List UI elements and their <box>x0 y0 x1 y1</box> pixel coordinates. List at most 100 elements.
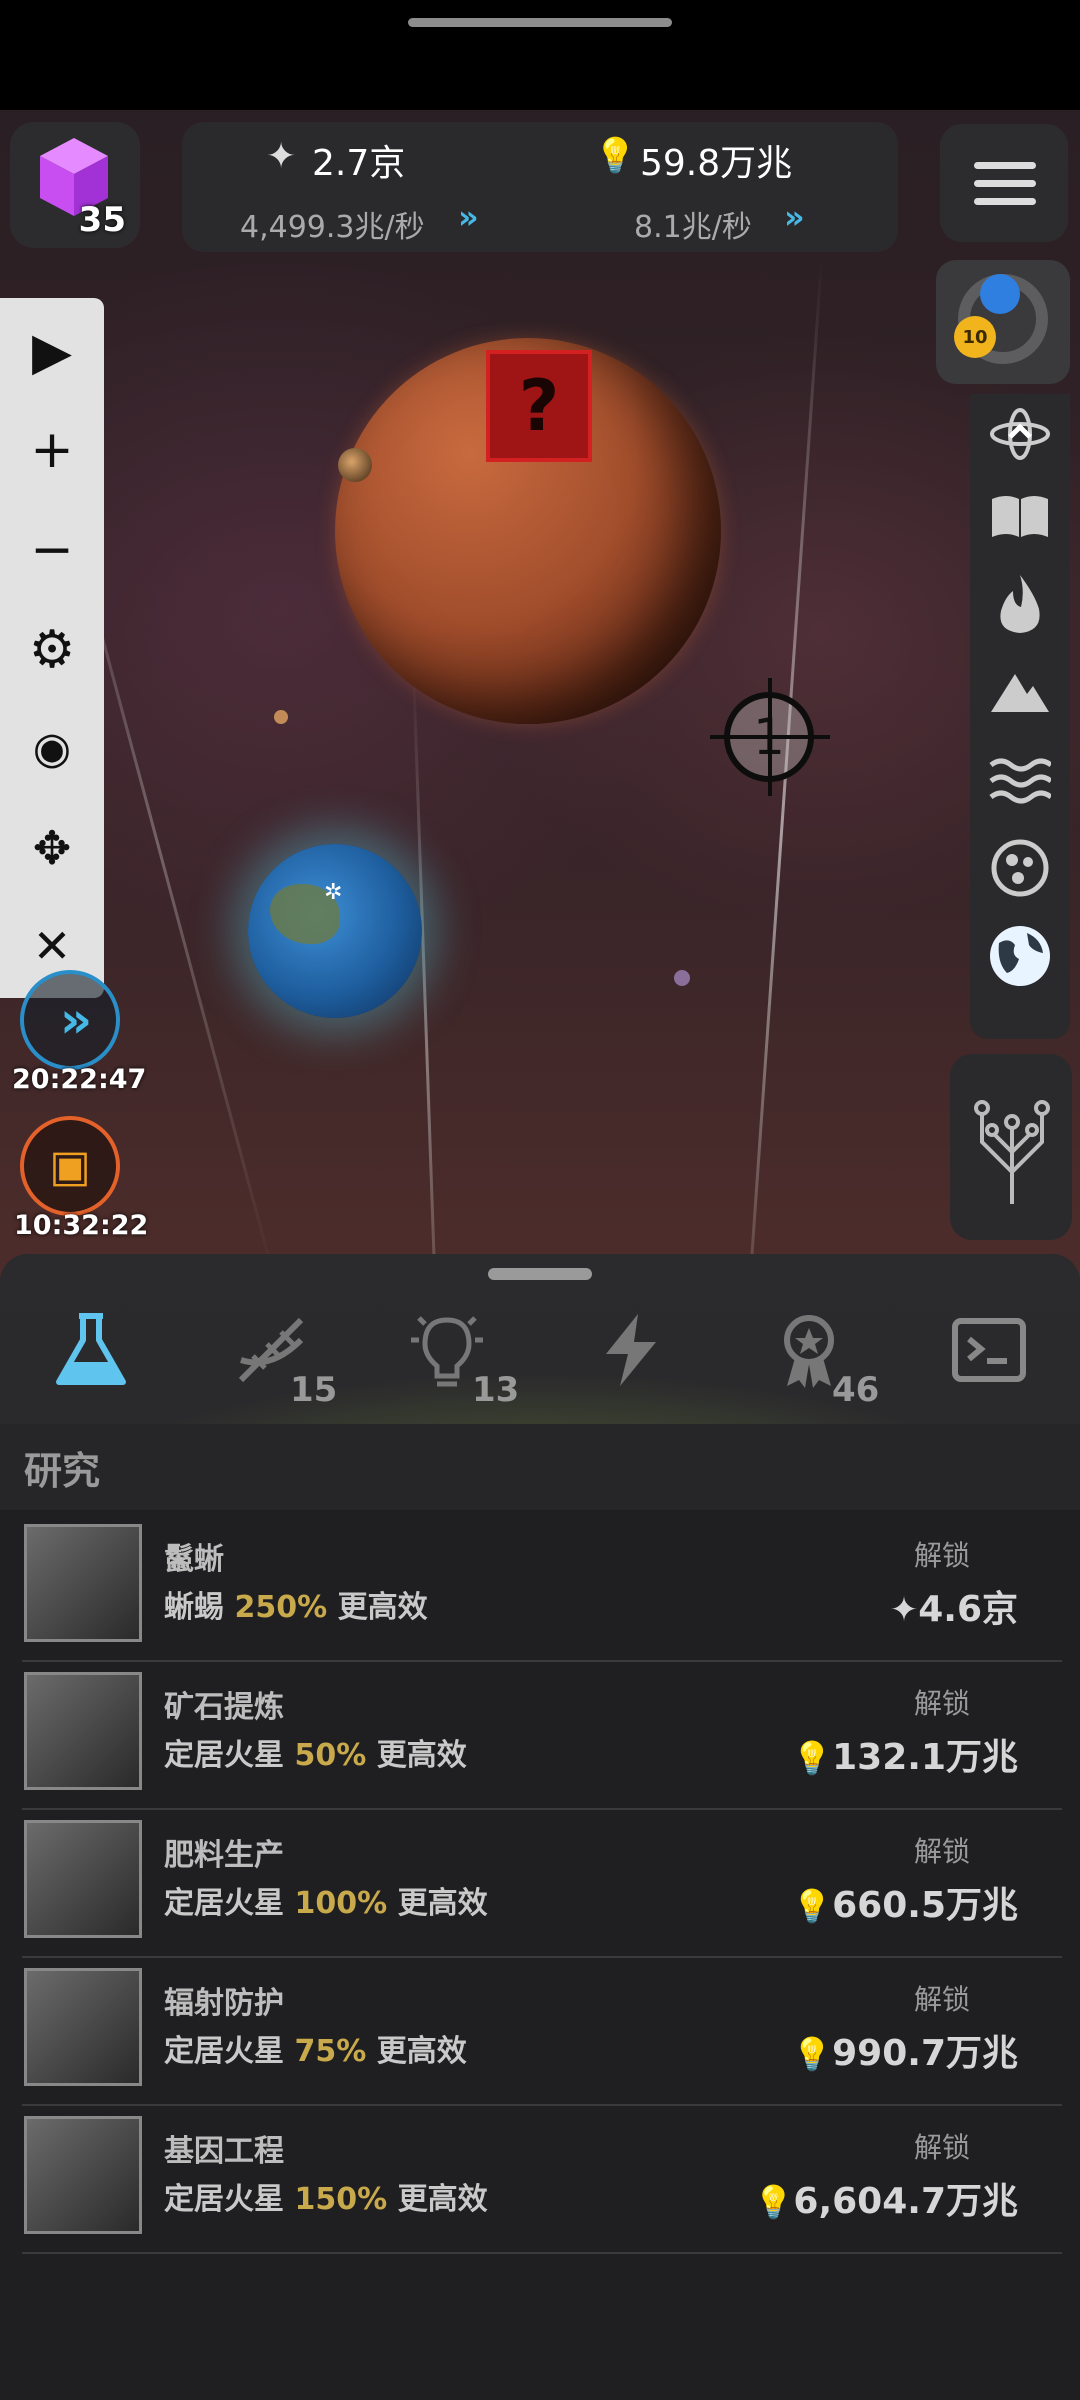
iguana-image <box>24 1524 142 1642</box>
research-cost[interactable]: 💡990.7万兆 <box>792 2024 1018 2076</box>
lightbulb-icon: 💡 <box>753 2183 794 2221</box>
tab-genetics-count: 15 <box>290 1370 338 1410</box>
research-percent: 150% <box>294 2182 388 2217</box>
fire-icon[interactable] <box>970 564 1070 644</box>
boost-chevron-icon[interactable]: » <box>458 198 479 236</box>
lightbulb-icon: 💡 <box>792 1887 833 1925</box>
dark-matter-icon: ✦ <box>266 136 297 177</box>
eye-off-icon[interactable]: ◉ <box>0 708 104 788</box>
research-row[interactable]: 矿石提炼 定居火星 50% 更高效 解锁 💡132.1万兆 <box>22 1660 1062 1810</box>
progress-dot <box>980 274 1020 314</box>
research-name: 矿石提炼 <box>164 1690 284 1725</box>
unlock-label[interactable]: 解锁 <box>914 1830 970 1870</box>
research-suffix: 更高效 <box>337 1590 428 1625</box>
tab-ideas[interactable]: 13 <box>392 1300 519 1410</box>
research-cost-value: 4.6京 <box>918 1589 1018 1630</box>
research-effect: 定居火星 150% 更高效 <box>164 2174 488 2218</box>
satellite-icon: ✲ <box>324 880 343 905</box>
research-name: 基因工程 <box>164 2134 284 2169</box>
resource-panel[interactable]: ✦ 2.7京 4,499.3兆/秒 » 💡 59.8万兆 8.1兆/秒 » <box>182 122 898 252</box>
research-suffix: 更高效 <box>376 1738 467 1773</box>
cube-button[interactable]: 35 <box>10 122 140 248</box>
research-percent: 75% <box>294 2034 367 2069</box>
research-cost[interactable]: 💡132.1万兆 <box>792 1728 1018 1780</box>
zoom-in-icon[interactable]: + <box>0 410 104 490</box>
research-percent: 250% <box>234 1590 328 1625</box>
tab-power[interactable] <box>576 1300 686 1400</box>
water-waves-icon[interactable] <box>970 740 1070 820</box>
ore-image <box>24 1672 142 1790</box>
lightbulb-icon: 💡 <box>594 136 637 176</box>
boost-chevron-icon[interactable]: » <box>784 198 805 236</box>
small-moon <box>338 448 372 482</box>
research-cost[interactable]: 💡660.5万兆 <box>792 1876 1018 1928</box>
level-badge: 10 <box>954 316 996 358</box>
right-sidebar <box>970 394 1070 1039</box>
lightbulb-icon: 💡 <box>792 2035 833 2073</box>
research-row[interactable]: 辐射防护 定居火星 75% 更高效 解锁 💡990.7万兆 <box>22 1956 1062 2106</box>
research-cost-value: 6,604.7万兆 <box>793 2181 1018 2222</box>
research-cost-value: 990.7万兆 <box>832 2033 1018 2074</box>
research-suffix: 更高效 <box>397 1886 488 1921</box>
unlock-label[interactable]: 解锁 <box>914 2126 970 2166</box>
section-title: 研究 <box>24 1449 101 1493</box>
space-scene[interactable] <box>0 110 1080 1430</box>
cells-icon[interactable] <box>970 828 1070 908</box>
atom-icon[interactable] <box>970 394 1070 474</box>
research-target: 定居火星 <box>164 2034 284 2069</box>
cube-count: 35 <box>78 200 126 240</box>
small-moon <box>274 710 288 724</box>
zoom-out-icon[interactable]: − <box>0 510 104 590</box>
gear-icon[interactable]: ⚙ <box>0 610 104 690</box>
research-suffix: 更高效 <box>397 2182 488 2217</box>
unlock-label[interactable]: 解锁 <box>914 1978 970 2018</box>
research-effect: 定居火星 100% 更高效 <box>164 1878 488 1922</box>
unlock-label[interactable]: 解锁 <box>914 1682 970 1722</box>
dark-matter-icon: ✦ <box>889 1590 919 1630</box>
calendar-timer-button[interactable]: ▣ <box>20 1116 120 1216</box>
research-suffix: 更高效 <box>376 2034 467 2069</box>
mystery-box-label: ? <box>518 365 560 447</box>
skill-tree-button[interactable] <box>950 1054 1072 1240</box>
skill-tree-icon <box>974 1100 1050 1204</box>
pills-image <box>24 1968 142 2086</box>
research-cost[interactable]: ✦4.6京 <box>890 1580 1018 1632</box>
progress-dial-button[interactable]: 10 <box>936 260 1070 384</box>
research-target: 定居火星 <box>164 1886 284 1921</box>
play-icon[interactable]: ▶ <box>0 312 104 392</box>
fertilizer-image <box>24 1820 142 1938</box>
panel-drag-handle[interactable] <box>488 1268 592 1280</box>
boost-timer-button[interactable]: » <box>20 970 120 1070</box>
research-target: 定居火星 <box>164 1738 284 1773</box>
ideas-rate: 8.1兆/秒 <box>634 210 752 245</box>
tab-research[interactable] <box>36 1300 146 1400</box>
research-row[interactable]: 鬣蜥 蜥蜴 250% 更高效 解锁 ✦4.6京 <box>22 1512 1062 1662</box>
unlock-label[interactable]: 解锁 <box>914 1534 970 1574</box>
tab-achievements-count: 46 <box>832 1370 880 1410</box>
section-header <box>0 1424 1080 1510</box>
research-row[interactable]: 基因工程 定居火星 150% 更高效 解锁 💡6,604.7万兆 <box>22 2104 1062 2254</box>
menu-button[interactable] <box>940 124 1068 242</box>
research-effect: 定居火星 50% 更高效 <box>164 1730 467 1774</box>
research-row[interactable]: 肥料生产 定居火星 100% 更高效 解锁 💡660.5万兆 <box>22 1808 1062 1958</box>
research-effect: 蜥蜴 250% 更高效 <box>164 1582 428 1626</box>
flask-icon <box>56 1313 126 1385</box>
move-icon[interactable]: ✥ <box>0 808 104 888</box>
light-beam <box>739 259 823 1408</box>
dark-matter-rate: 4,499.3兆/秒 <box>240 210 425 245</box>
research-effect: 定居火星 75% 更高效 <box>164 2026 467 2070</box>
tab-genetics[interactable]: 15 <box>216 1300 337 1410</box>
mystery-box[interactable]: ? <box>486 350 592 462</box>
research-cost[interactable]: 💡6,604.7万兆 <box>754 2172 1018 2224</box>
research-percent: 100% <box>294 1886 388 1921</box>
calendar-check-icon: ▣ <box>49 1140 91 1192</box>
tab-achievements[interactable]: 46 <box>754 1300 879 1410</box>
dark-matter-amount: 2.7京 <box>312 143 406 184</box>
earth-planet[interactable]: ✲ <box>248 844 422 1018</box>
mountain-icon[interactable] <box>970 652 1070 732</box>
book-icon[interactable] <box>970 476 1070 556</box>
tab-terminal[interactable] <box>934 1300 1044 1400</box>
globe-icon[interactable] <box>970 916 1070 996</box>
research-name: 肥料生产 <box>164 1838 284 1873</box>
research-target: 定居火星 <box>164 2182 284 2217</box>
